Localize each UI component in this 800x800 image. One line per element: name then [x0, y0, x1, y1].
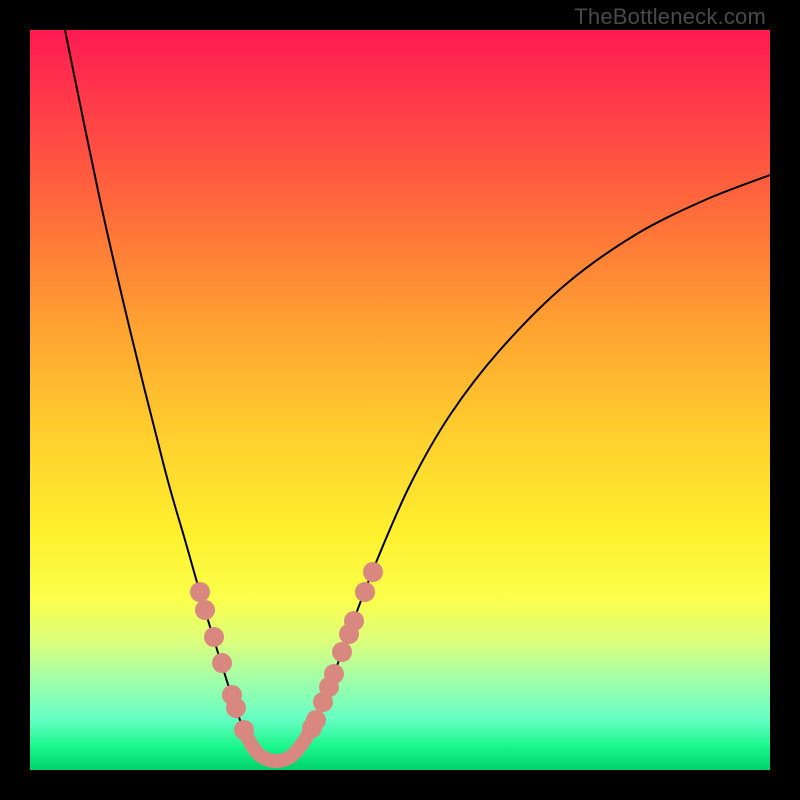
bead-marker [344, 611, 364, 631]
bead-marker [332, 642, 352, 662]
bead-marker [324, 664, 344, 684]
bead-marker [306, 710, 326, 730]
bead-marker [234, 720, 254, 740]
chart-frame: TheBottleneck.com [0, 0, 800, 800]
bead-marker [226, 698, 246, 718]
bead-marker [190, 582, 210, 602]
watermark-text: TheBottleneck.com [574, 4, 766, 30]
bead-marker [212, 653, 232, 673]
bead-cluster-left [190, 582, 254, 740]
plot-area [30, 30, 770, 770]
bead-arc-bottom [246, 731, 310, 761]
bottleneck-curve [65, 30, 770, 761]
curve-svg [30, 30, 770, 770]
bead-marker [363, 562, 383, 582]
bead-marker [355, 582, 375, 602]
bead-cluster-right [302, 562, 383, 738]
bead-marker [195, 600, 215, 620]
bead-marker [204, 627, 224, 647]
